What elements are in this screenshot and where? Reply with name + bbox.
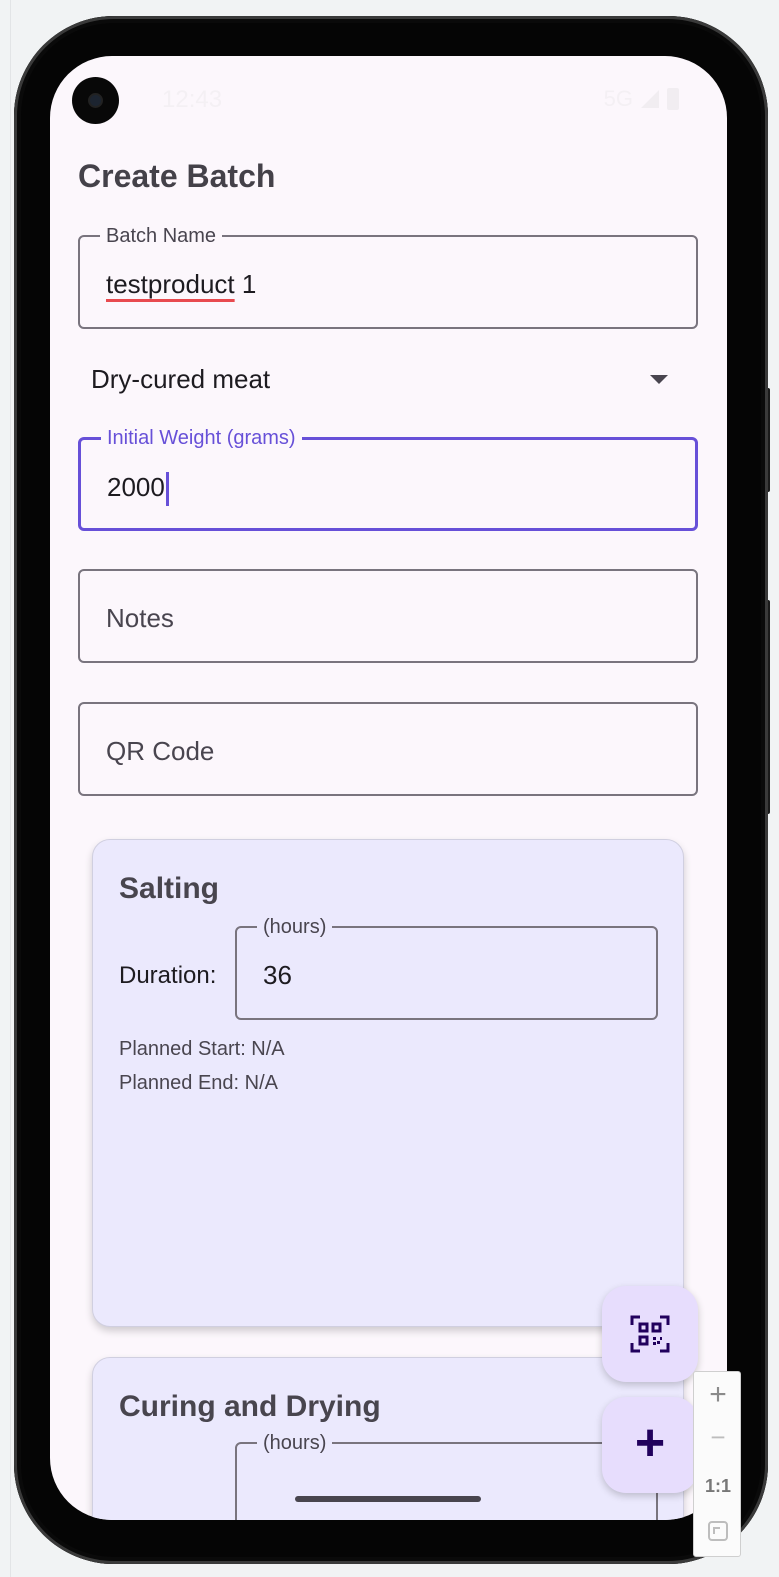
product-type-dropdown[interactable]: Dry-cured meat — [78, 350, 698, 410]
duration-label: Duration: — [119, 962, 217, 989]
duration-hours-value: 36 — [263, 960, 292, 990]
front-camera — [72, 77, 119, 124]
batch-name-misspelled: testproduct — [106, 269, 235, 299]
text-cursor — [165, 472, 169, 507]
emulator-stage: 12:43 5G Create Batch Batch Name testpro… — [0, 0, 779, 1577]
duration-hours-field[interactable]: (hours) — [235, 1432, 658, 1520]
zoom-out-button[interactable]: − — [694, 1422, 742, 1453]
app-screen: 12:43 5G Create Batch Batch Name testpro… — [50, 56, 727, 1520]
signal-icon — [641, 90, 659, 108]
initial-weight-field[interactable]: Initial Weight (grams) 2000 — [78, 427, 698, 531]
duration-hours-label: (hours) — [257, 1432, 333, 1454]
stage-card-salting: Salting Duration: (hours) 36 Planned Sta… — [92, 839, 684, 1327]
initial-weight-value: 2000 — [107, 472, 169, 507]
product-type-value: Dry-cured meat — [91, 364, 271, 394]
dropdown-arrow-icon[interactable] — [650, 375, 668, 384]
batch-name-field[interactable]: Batch Name testproduct 1 — [78, 225, 698, 329]
fit-screen-button[interactable] — [694, 1520, 742, 1547]
batch-name-label: Batch Name — [100, 225, 223, 247]
network-label: 5G — [603, 86, 633, 111]
zoom-in-button[interactable]: + — [694, 1378, 742, 1412]
battery-icon — [667, 88, 679, 110]
initial-weight-label: Initial Weight (grams) — [101, 427, 302, 449]
stage-divider — [10, 0, 11, 1577]
duration-hours-label: (hours) — [257, 916, 333, 938]
notes-field[interactable]: Notes — [78, 569, 698, 663]
zoom-reset-button[interactable]: 1:1 — [694, 1476, 742, 1497]
scan-qr-fab[interactable] — [602, 1286, 698, 1382]
qr-scan-icon — [630, 1315, 670, 1353]
batch-name-value: testproduct 1 — [106, 269, 256, 300]
fit-screen-icon — [708, 1521, 728, 1541]
stage-title: Curing and Drying — [119, 1390, 381, 1423]
page-title: Create Batch — [78, 158, 276, 194]
notes-placeholder: Notes — [106, 603, 174, 633]
stage-title: Salting — [119, 872, 220, 905]
planned-end: Planned End: N/A — [119, 1072, 278, 1094]
zoom-controls: + − 1:1 — [693, 1371, 741, 1557]
status-icons: 5G — [604, 86, 679, 112]
qr-code-field[interactable]: QR Code — [78, 702, 698, 796]
planned-start: Planned Start: N/A — [119, 1038, 285, 1060]
plus-icon: + — [634, 1414, 666, 1472]
duration-hours-field[interactable]: (hours) 36 — [235, 916, 658, 1020]
initial-weight-text: 2000 — [107, 472, 165, 502]
batch-name-suffix: 1 — [234, 269, 257, 299]
home-indicator[interactable] — [295, 1496, 481, 1502]
status-time: 12:43 — [162, 86, 223, 113]
qr-code-placeholder: QR Code — [106, 736, 215, 766]
add-stage-fab[interactable]: + — [602, 1397, 698, 1493]
